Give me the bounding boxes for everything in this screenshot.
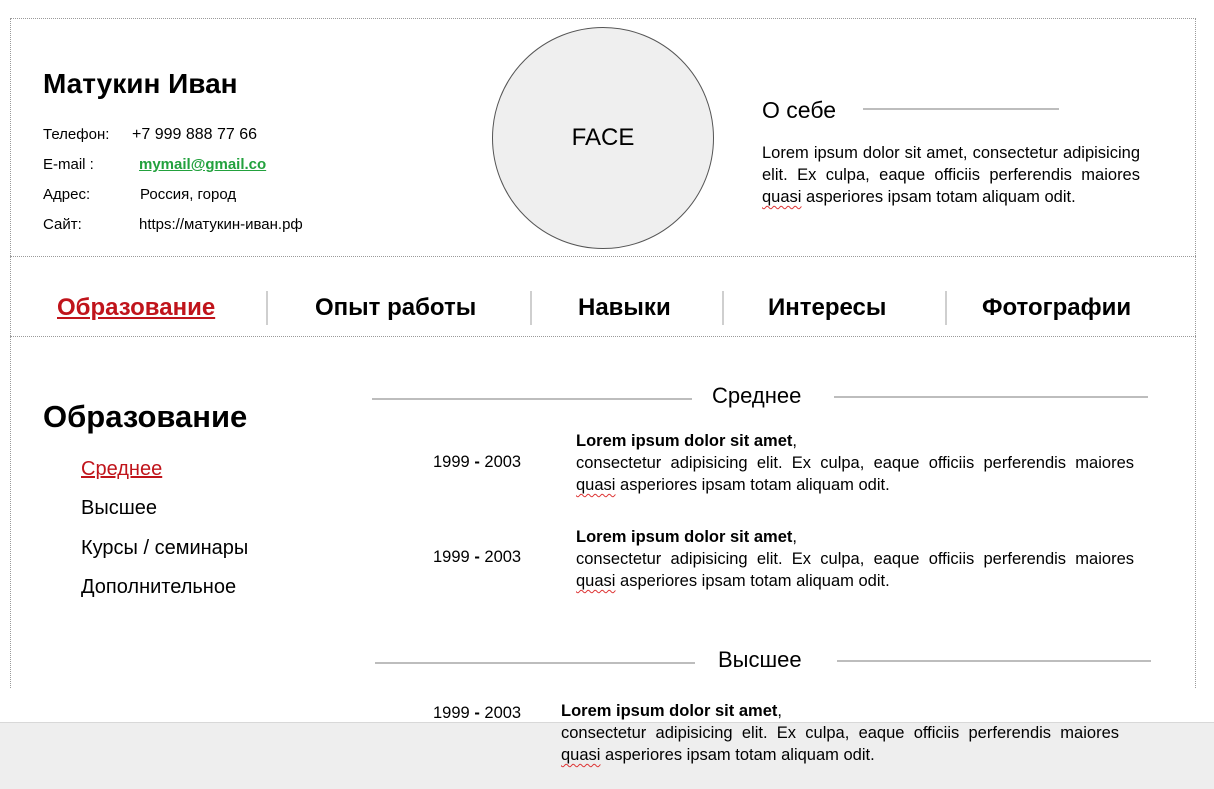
education-nav-courses[interactable]: Курсы / семинары: [81, 535, 248, 561]
tab-separator: [530, 291, 532, 325]
contact-address-value: Россия, город: [140, 186, 237, 203]
entry-date-end: 2003: [484, 548, 522, 566]
photo-placeholder-text: FACE: [571, 124, 635, 151]
tab-separator: [266, 291, 268, 325]
section-title-higher: Высшее: [718, 647, 802, 672]
entry-text-part: asperiores ipsam totam aliquam odit.: [615, 476, 890, 494]
tabs-divider: [10, 336, 1196, 337]
entry-text-flagged-word: quasi: [576, 476, 616, 494]
entry-text-flagged-word: quasi: [576, 572, 616, 590]
entry-title: Lorem ipsum dolor sit amet: [576, 432, 793, 450]
about-text-part: asperiores ipsam totam aliquam odit.: [801, 188, 1076, 206]
entry-title: Lorem ipsum dolor sit amet: [561, 702, 778, 720]
entry-date: 1999 - 2003: [433, 451, 521, 473]
contact-email-link[interactable]: mymail@gmail.co: [139, 155, 266, 175]
entry-date: 1999 - 2003: [433, 702, 521, 724]
education-nav-additional[interactable]: Дополнительное: [81, 574, 236, 600]
entry-date-separator: -: [474, 453, 480, 471]
entry-date-start: 1999: [433, 453, 470, 471]
entry-text-part: consectetur adipisicing elit. Ex culpa, …: [561, 724, 1119, 742]
section-line-right: [837, 660, 1151, 662]
education-title: Образование: [43, 399, 248, 434]
tab-skills[interactable]: Навыки: [578, 292, 671, 324]
section-tabs: Образование Опыт работы Навыки Интересы …: [11, 282, 1195, 332]
about-text: Lorem ipsum dolor sit amet, consectetur …: [762, 142, 1140, 208]
section-line-right: [834, 396, 1148, 398]
entry-title-comma: ,: [777, 702, 782, 720]
entry-date-separator: -: [474, 548, 480, 566]
entry-date-end: 2003: [484, 704, 522, 722]
entry-text-part: asperiores ipsam totam aliquam odit.: [600, 746, 875, 764]
contact-email-label: E-mail :: [43, 156, 94, 173]
photo-placeholder: FACE: [492, 27, 714, 249]
entry-date-start: 1999: [433, 548, 470, 566]
entry-title-comma: ,: [792, 528, 797, 546]
entry-title-comma: ,: [792, 432, 797, 450]
about-text-part: Lorem ipsum dolor sit amet, consectetur …: [762, 144, 1140, 184]
entry-text-flagged-word: quasi: [561, 746, 601, 764]
tab-interests[interactable]: Интересы: [768, 292, 886, 324]
section-line-left: [372, 398, 692, 400]
about-text-flagged-word: quasi: [762, 188, 802, 206]
entry-title: Lorem ipsum dolor sit amet: [576, 528, 793, 546]
header-divider: [10, 256, 1196, 257]
entry-text-part: consectetur adipisicing elit. Ex culpa, …: [576, 454, 1134, 472]
tab-separator: [945, 291, 947, 325]
person-name: Матукин Иван: [43, 68, 238, 99]
about-title: О себе: [762, 97, 837, 123]
contact-address-label: Адрес:: [43, 186, 91, 203]
entry-body: Lorem ipsum dolor sit amet, consectetur a…: [576, 526, 1134, 592]
entry-body: Lorem ipsum dolor sit amet, consectetur a…: [576, 430, 1134, 496]
education-nav-higher[interactable]: Высшее: [81, 495, 157, 521]
contact-phone-label: Телефон:: [43, 126, 110, 143]
contact-site-link[interactable]: https://матукин-иван.рф: [139, 215, 303, 235]
tab-separator: [722, 291, 724, 325]
entry-body: Lorem ipsum dolor sit amet, consectetur a…: [561, 700, 1119, 766]
entry-text-part: consectetur adipisicing elit. Ex culpa, …: [576, 550, 1134, 568]
entry-text-part: asperiores ipsam totam aliquam odit.: [615, 572, 890, 590]
entry-date-start: 1999: [433, 704, 470, 722]
section-title-secondary: Среднее: [712, 383, 802, 408]
about-title-line: [863, 108, 1059, 110]
education-nav-secondary[interactable]: Среднее: [81, 456, 162, 482]
contact-site-label: Сайт:: [43, 216, 82, 233]
tab-education[interactable]: Образование: [57, 292, 215, 324]
tab-photos[interactable]: Фотографии: [982, 292, 1131, 324]
tab-experience[interactable]: Опыт работы: [315, 292, 476, 324]
entry-date-end: 2003: [484, 453, 522, 471]
section-line-left: [375, 662, 695, 664]
entry-date: 1999 - 2003: [433, 546, 521, 568]
contact-phone-value[interactable]: +7 999 888 77 66: [132, 125, 257, 145]
entry-date-separator: -: [474, 704, 480, 722]
